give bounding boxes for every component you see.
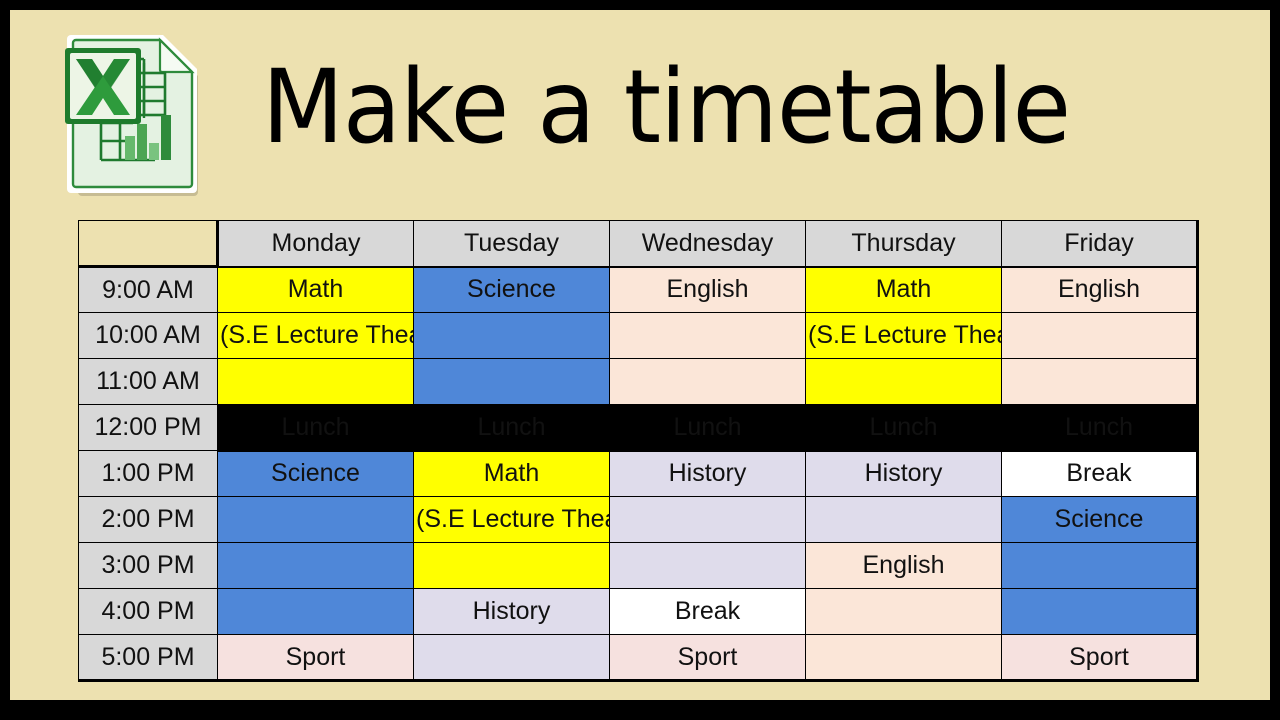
timetable-cell-monday-900am[interactable]: Math bbox=[217, 265, 414, 313]
timetable-cell-tuesday-500pm[interactable] bbox=[413, 634, 610, 682]
column-header-friday: Friday bbox=[1001, 220, 1199, 267]
slide-frame: Make a timetable Monday Tuesday Wednesda… bbox=[0, 0, 1280, 720]
slide-header: Make a timetable bbox=[10, 10, 1270, 210]
slide-canvas: Make a timetable Monday Tuesday Wednesda… bbox=[10, 10, 1270, 700]
time-label: 3:00 PM bbox=[78, 542, 218, 589]
timetable-cell-tuesday-1000am[interactable] bbox=[413, 312, 610, 359]
timetable-cell-thursday-400pm[interactable] bbox=[805, 588, 1002, 635]
timetable-cell-friday-400pm[interactable] bbox=[1001, 588, 1199, 635]
table-row: 11:00 AM bbox=[78, 358, 1199, 405]
timetable-cell-tuesday-300pm[interactable] bbox=[413, 542, 610, 589]
timetable-cell-wednesday-100pm[interactable]: History bbox=[609, 450, 806, 497]
timetable-cell-friday-1200pm[interactable]: Lunch bbox=[1001, 403, 1199, 452]
timetable-cell-tuesday-1100am[interactable] bbox=[413, 358, 610, 405]
timetable-cell-thursday-200pm[interactable] bbox=[805, 496, 1002, 543]
table-row: 12:00 PM Lunch Lunch Lunch Lunch Lunch bbox=[78, 403, 1199, 452]
time-label: 12:00 PM bbox=[78, 404, 218, 451]
page-title: Make a timetable bbox=[262, 48, 1071, 167]
timetable-cell-monday-1200pm[interactable]: Lunch bbox=[217, 403, 414, 452]
timetable-cell-tuesday-100pm[interactable]: Math bbox=[413, 450, 610, 497]
timetable-cell-thursday-900am[interactable]: Math bbox=[805, 265, 1002, 313]
timetable-cell-friday-1000am[interactable] bbox=[1001, 312, 1199, 359]
timetable-cell-tuesday-400pm[interactable]: History bbox=[413, 588, 610, 635]
timetable-cell-monday-1000am[interactable]: (S.E Lecture Theatre) bbox=[217, 312, 414, 359]
timetable-cell-monday-500pm[interactable]: Sport bbox=[217, 634, 414, 682]
timetable-cell-thursday-300pm[interactable]: English bbox=[805, 542, 1002, 589]
time-label: 9:00 AM bbox=[78, 265, 218, 313]
timetable-cell-friday-900am[interactable]: English bbox=[1001, 265, 1199, 313]
time-label: 10:00 AM bbox=[78, 312, 218, 359]
timetable-header-row: Monday Tuesday Wednesday Thursday Friday bbox=[78, 220, 1199, 267]
timetable-cell-wednesday-400pm[interactable]: Break bbox=[609, 588, 806, 635]
timetable-cell-thursday-1100am[interactable] bbox=[805, 358, 1002, 405]
table-row: 4:00 PM History Break bbox=[78, 588, 1199, 635]
timetable-cell-wednesday-1000am[interactable] bbox=[609, 312, 806, 359]
timetable-cell-wednesday-500pm[interactable]: Sport bbox=[609, 634, 806, 682]
table-row: 5:00 PM Sport Sport Sport bbox=[78, 634, 1199, 682]
timetable-cell-tuesday-200pm[interactable]: (S.E Lecture Theatre) bbox=[413, 496, 610, 543]
timetable-cell-monday-400pm[interactable] bbox=[217, 588, 414, 635]
column-header-monday: Monday bbox=[216, 220, 414, 267]
timetable-cell-friday-300pm[interactable] bbox=[1001, 542, 1199, 589]
timetable-cell-monday-100pm[interactable]: Science bbox=[217, 450, 414, 497]
timetable-cell-friday-200pm[interactable]: Science bbox=[1001, 496, 1199, 543]
timetable-cell-monday-200pm[interactable] bbox=[217, 496, 414, 543]
time-label: 11:00 AM bbox=[78, 358, 218, 405]
table-row: 9:00 AM Math Science English Math English bbox=[78, 265, 1199, 313]
timetable-cell-wednesday-300pm[interactable] bbox=[609, 542, 806, 589]
timetable-cell-monday-300pm[interactable] bbox=[217, 542, 414, 589]
timetable-cell-wednesday-900am[interactable]: English bbox=[609, 265, 806, 313]
timetable-cell-friday-1100am[interactable] bbox=[1001, 358, 1199, 405]
timetable-body: 9:00 AM Math Science English Math English 10:0… bbox=[78, 265, 1199, 682]
table-row: 3:00 PM English bbox=[78, 542, 1199, 589]
timetable-cell-tuesday-1200pm[interactable]: Lunch bbox=[413, 403, 610, 452]
table-row: 2:00 PM (S.E Lecture Theatre) Science bbox=[78, 496, 1199, 543]
column-header-wednesday: Wednesday bbox=[609, 220, 806, 267]
timetable-cell-wednesday-1200pm[interactable]: Lunch bbox=[609, 403, 806, 452]
timetable-cell-tuesday-900am[interactable]: Science bbox=[413, 265, 610, 313]
column-header-thursday: Thursday bbox=[805, 220, 1002, 267]
timetable: Monday Tuesday Wednesday Thursday Friday… bbox=[78, 220, 1199, 682]
excel-document-icon bbox=[45, 23, 210, 198]
time-label: 5:00 PM bbox=[78, 634, 218, 682]
table-row: 10:00 AM(S.E Lecture Theatre)(S.E Lectur… bbox=[78, 312, 1199, 359]
time-label: 2:00 PM bbox=[78, 496, 218, 543]
timetable-container: Monday Tuesday Wednesday Thursday Friday… bbox=[78, 220, 1200, 692]
column-header-tuesday: Tuesday bbox=[413, 220, 610, 267]
table-row: 1:00 PM Science Math History History Break bbox=[78, 450, 1199, 497]
timetable-cell-friday-100pm[interactable]: Break bbox=[1001, 450, 1199, 497]
time-label: 4:00 PM bbox=[78, 588, 218, 635]
timetable-cell-thursday-1000am[interactable]: (S.E Lecture Theatre) bbox=[805, 312, 1002, 359]
timetable-cell-friday-500pm[interactable]: Sport bbox=[1001, 634, 1199, 682]
timetable-cell-wednesday-200pm[interactable] bbox=[609, 496, 806, 543]
timetable-cell-thursday-1200pm[interactable]: Lunch bbox=[805, 403, 1002, 452]
timetable-cell-thursday-500pm[interactable] bbox=[805, 634, 1002, 682]
timetable-cell-monday-1100am[interactable] bbox=[217, 358, 414, 405]
timetable-cell-thursday-100pm[interactable]: History bbox=[805, 450, 1002, 497]
timetable-corner-cell bbox=[78, 220, 218, 267]
time-label: 1:00 PM bbox=[78, 450, 218, 497]
timetable-cell-wednesday-1100am[interactable] bbox=[609, 358, 806, 405]
